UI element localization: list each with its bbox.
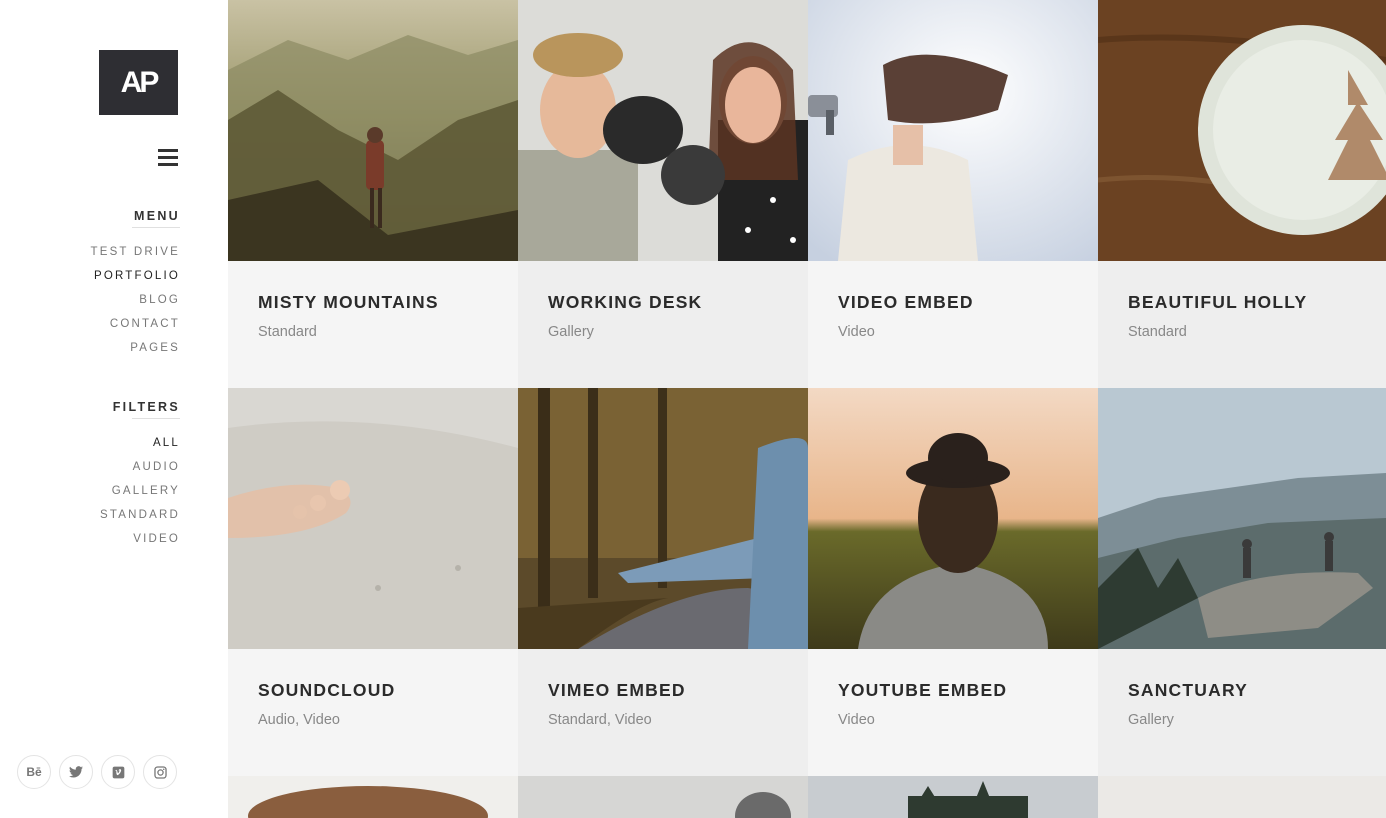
item-info: VIMEO EMBED Standard, Video [518, 649, 808, 776]
item-title[interactable]: VIDEO EMBED [838, 292, 1068, 313]
portfolio-item[interactable] [518, 776, 808, 818]
menu-item-portfolio[interactable]: PORTFOLIO [90, 264, 180, 288]
thumbnail-image [228, 776, 518, 818]
item-title[interactable]: BEAUTIFUL HOLLY [1128, 292, 1358, 313]
thumbnail-image [228, 0, 518, 261]
item-categories: Standard, Video [548, 712, 652, 728]
behance-icon[interactable]: Bē [17, 755, 51, 789]
menu-item-test-drive[interactable]: TEST DRIVE [90, 240, 180, 264]
item-info: VIDEO EMBED Video [808, 261, 1098, 388]
thumbnail-image [518, 388, 808, 649]
item-title[interactable]: WORKING DESK [548, 292, 778, 313]
portfolio-item[interactable] [228, 776, 518, 818]
thumbnail-image [1098, 388, 1386, 649]
portfolio-item[interactable] [808, 776, 1098, 818]
filter-gallery[interactable]: GALLERY [100, 479, 180, 503]
menu-item-contact[interactable]: CONTACT [90, 312, 180, 336]
portfolio-item[interactable]: YOUTUBE EMBED Video [808, 388, 1098, 776]
hamburger-menu-icon[interactable] [158, 149, 178, 166]
portfolio-grid: MISTY MOUNTAINS Standard WORKING DESK Ga… [228, 0, 1386, 818]
main-menu: TEST DRIVE PORTFOLIO BLOG CONTACT PAGES [90, 240, 180, 360]
item-categories: Video [838, 712, 875, 728]
thumbnail-image [808, 388, 1098, 649]
item-categories: Audio, Video [258, 712, 340, 728]
vimeo-icon[interactable] [101, 755, 135, 789]
filter-all[interactable]: ALL [100, 431, 180, 455]
item-info: YOUTUBE EMBED Video [808, 649, 1098, 776]
portfolio-item[interactable]: WORKING DESK Gallery [518, 0, 808, 388]
site-logo[interactable]: AP [99, 50, 178, 115]
thumbnail-image [808, 0, 1098, 261]
item-title[interactable]: VIMEO EMBED [548, 680, 778, 701]
thumbnail-image [228, 388, 518, 649]
thumbnail-image [518, 0, 808, 261]
sidebar: AP MENU TEST DRIVE PORTFOLIO BLOG CONTAC… [0, 0, 228, 818]
item-categories: Standard [258, 324, 317, 340]
twitter-icon[interactable] [59, 755, 93, 789]
item-title[interactable]: SANCTUARY [1128, 680, 1358, 701]
filters-list: ALL AUDIO GALLERY STANDARD VIDEO [100, 431, 180, 551]
portfolio-item[interactable]: MISTY MOUNTAINS Standard [228, 0, 518, 388]
item-info: BEAUTIFUL HOLLY Standard [1098, 261, 1386, 388]
portfolio-item[interactable]: VIDEO EMBED Video [808, 0, 1098, 388]
thumbnail-image [808, 776, 1098, 818]
thumbnail-image [1098, 776, 1386, 818]
item-info: SOUNDCLOUD Audio, Video [228, 649, 518, 776]
filter-video[interactable]: VIDEO [100, 527, 180, 551]
menu-item-pages[interactable]: PAGES [90, 336, 180, 360]
item-info: SANCTUARY Gallery [1098, 649, 1386, 776]
item-categories: Standard [1128, 324, 1187, 340]
portfolio-item[interactable] [1098, 776, 1386, 818]
portfolio-item[interactable]: BEAUTIFUL HOLLY Standard [1098, 0, 1386, 388]
portfolio-item[interactable]: VIMEO EMBED Standard, Video [518, 388, 808, 776]
item-categories: Gallery [548, 324, 594, 340]
item-info: WORKING DESK Gallery [518, 261, 808, 388]
item-title[interactable]: YOUTUBE EMBED [838, 680, 1068, 701]
item-title[interactable]: MISTY MOUNTAINS [258, 292, 488, 313]
portfolio-item[interactable]: SANCTUARY Gallery [1098, 388, 1386, 776]
thumbnail-image [518, 776, 808, 818]
menu-title: MENU [131, 209, 181, 228]
item-categories: Video [838, 324, 875, 340]
menu-item-blog[interactable]: BLOG [90, 288, 180, 312]
filters-title: FILTERS [113, 400, 181, 419]
filter-standard[interactable]: STANDARD [100, 503, 180, 527]
logo-text: AP [120, 65, 160, 99]
filter-audio[interactable]: AUDIO [100, 455, 180, 479]
portfolio-item[interactable]: SOUNDCLOUD Audio, Video [228, 388, 518, 776]
instagram-icon[interactable] [143, 755, 177, 789]
social-links: Bē [17, 755, 177, 789]
item-categories: Gallery [1128, 712, 1174, 728]
item-title[interactable]: SOUNDCLOUD [258, 680, 488, 701]
thumbnail-image [1098, 0, 1386, 261]
item-info: MISTY MOUNTAINS Standard [228, 261, 518, 388]
